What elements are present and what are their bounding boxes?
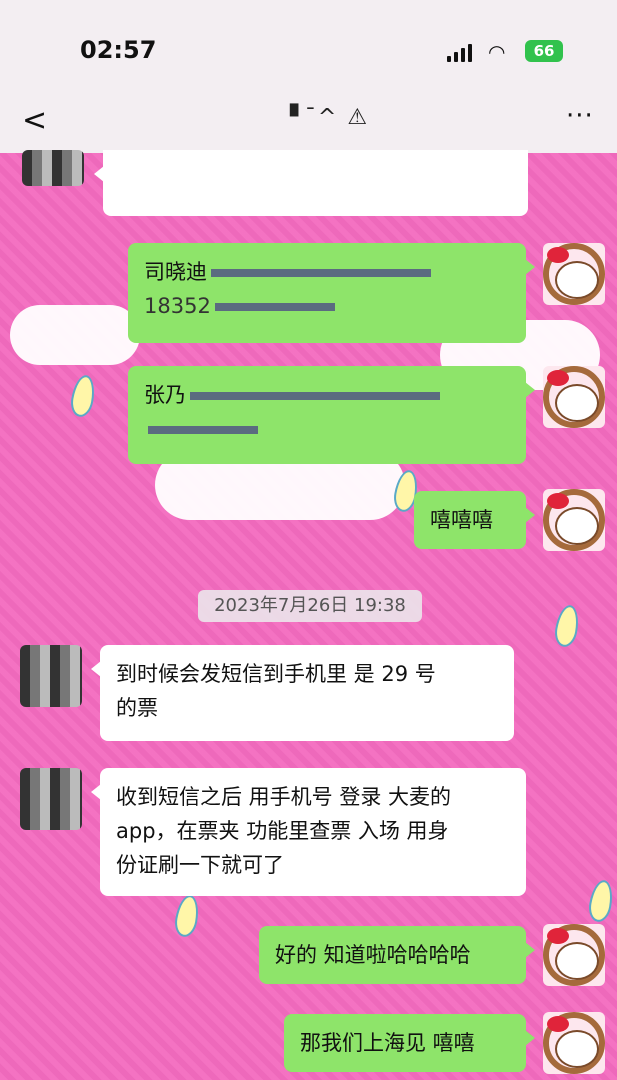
- avatar[interactable]: [20, 645, 82, 707]
- message-bubble[interactable]: 张乃: [128, 366, 535, 464]
- avatar[interactable]: [543, 366, 605, 428]
- message-text: 收到短信之后 用手机号 登录 大麦的: [116, 785, 452, 809]
- more-icon[interactable]: ···: [566, 101, 594, 131]
- message-text: 好的 知道啦哈哈哈哈: [275, 943, 471, 967]
- message-text: 司晓迪: [144, 260, 207, 284]
- message-text: 18352: [144, 294, 211, 318]
- raindrop-decoration: [586, 878, 616, 924]
- chat-header: < ▘ ̄^ ⚠ ···: [0, 95, 617, 153]
- avatar[interactable]: [543, 1012, 605, 1074]
- avatar[interactable]: [543, 243, 605, 305]
- battery-indicator: 66: [525, 40, 563, 62]
- message-bubble[interactable]: 司晓迪 18352: [128, 243, 535, 343]
- avatar[interactable]: [22, 150, 84, 186]
- cloud-decoration: [10, 305, 140, 365]
- message-text: 份证刷一下就可了: [116, 853, 284, 877]
- message-bubble[interactable]: 那我们上海见 嘻嘻: [284, 1014, 535, 1072]
- raindrop-decoration: [172, 893, 202, 939]
- message-text: 张乃: [144, 383, 186, 407]
- message-text: app，在票夹 功能里查票 入场 用身: [116, 819, 449, 843]
- clock: 02:57: [80, 36, 157, 64]
- message-bubble[interactable]: 到时候会发短信到手机里 是 29 号 的票: [91, 645, 514, 741]
- wifi-icon: ◠: [488, 40, 506, 64]
- message-bubble[interactable]: 收到短信之后 用手机号 登录 大麦的 app，在票夹 功能里查票 入场 用身 份…: [91, 768, 526, 896]
- message-text: 的票: [116, 696, 158, 720]
- timestamp: 2023年7月26日 19:38: [198, 590, 422, 622]
- avatar[interactable]: [543, 924, 605, 986]
- avatar[interactable]: [20, 768, 82, 830]
- message-text: 那我们上海见 嘻嘻: [300, 1031, 475, 1055]
- signal-icon: [447, 44, 473, 62]
- message-text: 嘻嘻嘻: [430, 508, 493, 532]
- message-text: 到时候会发短信到手机里 是 29 号: [116, 662, 436, 686]
- status-bar: 02:57 ◠ 66: [0, 0, 617, 95]
- raindrop-decoration: [68, 373, 98, 419]
- raindrop-decoration: [552, 603, 582, 649]
- avatar[interactable]: [543, 489, 605, 551]
- message-bubble[interactable]: [94, 150, 528, 216]
- message-bubble[interactable]: 好的 知道啦哈哈哈哈: [259, 926, 535, 984]
- back-icon[interactable]: <: [22, 103, 47, 138]
- chat-title: ▘ ̄^ ⚠: [290, 105, 370, 130]
- message-bubble[interactable]: 嘻嘻嘻: [414, 491, 535, 549]
